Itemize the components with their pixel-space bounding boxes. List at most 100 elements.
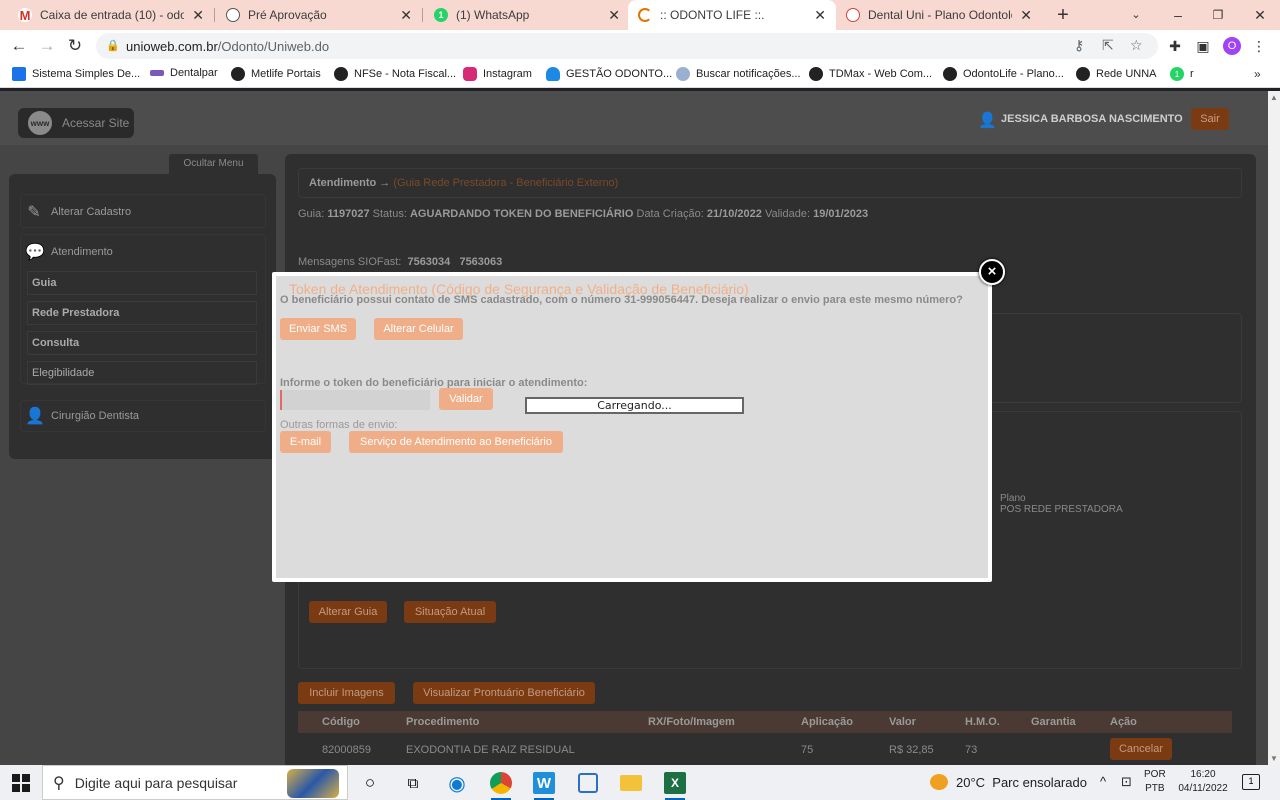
user-icon: 👤	[978, 112, 997, 129]
hide-menu-button[interactable]: Ocultar Menu	[169, 154, 258, 176]
sidebar-item-consulta[interactable]: Consulta	[27, 331, 257, 355]
tooth-icon	[846, 8, 860, 22]
tab-dental-uni[interactable]: Dental Uni - Plano Odontológic ✕	[836, 0, 1042, 30]
close-modal-button[interactable]: ×	[979, 259, 1005, 285]
forward-icon[interactable]: →	[36, 35, 58, 57]
bookmark-star-icon[interactable]: ☆	[1130, 37, 1143, 54]
current-status-button[interactable]: Situação Atual	[404, 601, 496, 623]
weather-icon	[930, 774, 948, 790]
file-explorer-icon[interactable]	[618, 770, 644, 796]
other-methods-label: Outras formas de envio:	[280, 419, 398, 431]
windows-taskbar: ⚲ Digite aqui para pesquisar ○ ⧉ ◉ W X 2…	[0, 765, 1280, 800]
network-icon[interactable]: ⊡	[1121, 774, 1132, 790]
scroll-up-icon[interactable]: ▲	[1270, 93, 1278, 102]
windows-start-icon[interactable]	[12, 774, 30, 792]
sidebar-item-guia[interactable]: Guia	[27, 271, 257, 295]
new-tab-button[interactable]: +	[1052, 4, 1074, 26]
language-indicator[interactable]: POR PTB	[1144, 768, 1166, 796]
bookmark-item[interactable]: Dentalpar	[150, 67, 218, 79]
alter-guide-button[interactable]: Alterar Guia	[309, 601, 387, 623]
sidebar-item-alterar-cadastro[interactable]: ✎ Alterar Cadastro	[20, 202, 266, 222]
clock-date: 04/11/2022	[1178, 783, 1228, 794]
search-highlight-image	[287, 769, 339, 798]
close-tab-icon[interactable]: ✕	[814, 7, 826, 24]
bookmark-item[interactable]: Metlife Portais	[231, 67, 321, 81]
bookmark-item[interactable]: Buscar notificações...	[676, 67, 801, 81]
sidebar-item-elegibilidade[interactable]: Elegibilidade	[27, 361, 257, 385]
globe-icon	[231, 67, 245, 81]
menu-kebab-icon[interactable]: ⋮	[1250, 37, 1268, 55]
more-bookmarks-icon[interactable]: »	[1254, 67, 1261, 81]
creation-date: 21/10/2022	[706, 208, 762, 220]
cancel-procedure-button[interactable]: Cancelar	[1110, 738, 1172, 760]
task-view-icon[interactable]: ⧉	[400, 770, 426, 796]
tab-search-icon[interactable]: ⌄	[1124, 4, 1148, 26]
excel-icon[interactable]: X	[662, 770, 688, 800]
bookmark-item[interactable]: Instagram	[463, 67, 532, 81]
clock-time: 16:20	[1190, 769, 1216, 780]
key-icon[interactable]: ⚷	[1074, 37, 1084, 54]
logout-button[interactable]: Sair	[1191, 108, 1229, 130]
weather-widget[interactable]: 20°C Parc ensolarado	[930, 774, 1087, 790]
reload-icon[interactable]: ↻	[64, 35, 86, 57]
close-window-icon[interactable]: ✕	[1248, 4, 1272, 26]
access-site-button[interactable]: www Acessar Site	[18, 108, 134, 138]
close-tab-icon[interactable]: ✕	[400, 7, 412, 24]
bookmark-item[interactable]: Sistema Simples De...	[12, 67, 140, 81]
tab-odonto-life[interactable]: :: ODONTO LIFE ::. ✕	[628, 0, 836, 30]
side-panel-icon[interactable]: ▣	[1194, 37, 1212, 55]
edge-icon[interactable]: ◉	[444, 770, 470, 796]
tab-gmail[interactable]: M Caixa de entrada (10) - odontol ✕	[8, 0, 214, 30]
bookmark-item[interactable]: Rede UNNA	[1076, 67, 1157, 81]
tab-pre-aprovacao[interactable]: Pré Aprovação ✕	[216, 0, 422, 30]
sidebar-item-atendimento[interactable]: 💬 Atendimento	[20, 242, 266, 262]
bookmark-item[interactable]: TDMax - Web Com...	[809, 67, 932, 81]
change-phone-button[interactable]: Alterar Celular	[374, 318, 463, 340]
url-text[interactable]: unioweb.com.br/Odonto/Uniweb.do	[126, 39, 329, 54]
cell-hmo: 73	[965, 744, 978, 756]
validate-button[interactable]: Validar	[439, 388, 493, 410]
chrome-icon[interactable]	[488, 770, 514, 800]
email-button[interactable]: E-mail	[280, 431, 331, 453]
include-images-button[interactable]: Incluir Imagens	[298, 682, 395, 704]
share-icon[interactable]: ⇱	[1102, 37, 1114, 54]
breadcrumb-link[interactable]: (Guia Rede Prestadora - Beneficiário Ext…	[393, 177, 618, 189]
close-tab-icon[interactable]: ✕	[1020, 7, 1032, 24]
view-record-button[interactable]: Visualizar Prontuário Beneficiário	[413, 682, 595, 704]
close-tab-icon[interactable]: ✕	[192, 7, 204, 24]
tab-title: Caixa de entrada (10) - odontol	[40, 8, 185, 22]
page-scrollbar[interactable]: ▲ ▼	[1268, 91, 1280, 765]
store-icon[interactable]	[575, 770, 601, 796]
status-value: AGUARDANDO TOKEN DO BENEFICIÁRIO	[409, 208, 634, 220]
profile-avatar[interactable]: O	[1223, 37, 1241, 55]
token-modal-body: Token de Atendimento (Código de Seguranç…	[276, 276, 988, 578]
minimize-icon[interactable]: –	[1166, 4, 1190, 26]
bookmark-item[interactable]: OdontoLife - Plano...	[943, 67, 1064, 81]
sidebar-item-cirurgiao-dentista[interactable]: 👤 Cirurgião Dentista	[20, 406, 266, 426]
scroll-down-icon[interactable]: ▼	[1270, 754, 1278, 763]
taskbar-search[interactable]: ⚲ Digite aqui para pesquisar	[42, 765, 348, 800]
token-input[interactable]	[280, 390, 430, 410]
extensions-icon[interactable]: ✚	[1166, 37, 1184, 55]
close-tab-icon[interactable]: ✕	[608, 7, 620, 24]
tab-whatsapp[interactable]: 1 (1) WhatsApp ✕	[424, 0, 630, 30]
cortana-icon[interactable]: ○	[357, 770, 383, 796]
word-like-app-icon[interactable]: W	[531, 770, 557, 800]
bookmark-item[interactable]: NFSe - Nota Fiscal...	[334, 67, 456, 81]
bookmark-item[interactable]: 1r	[1170, 67, 1194, 81]
send-sms-button[interactable]: Enviar SMS	[280, 318, 356, 340]
beneficiary-service-button[interactable]: Serviço de Atendimento ao Beneficiário	[349, 431, 563, 453]
address-bar[interactable]: 🔒 unioweb.com.br/Odonto/Uniweb.do ⚷ ⇱ ☆	[96, 33, 1158, 59]
tray-chevron-icon[interactable]: ^	[1100, 774, 1106, 789]
restore-icon[interactable]: ❐	[1206, 4, 1230, 26]
sms-message: O beneficiário possui contato de SMS cad…	[280, 294, 963, 306]
bookmark-item[interactable]: GESTÃO ODONTO...	[546, 67, 672, 81]
sidebar-item-rede-prestadora[interactable]: Rede Prestadora	[27, 301, 257, 325]
column-header: Código	[322, 716, 360, 728]
notifications-icon[interactable]: 1	[1242, 774, 1260, 790]
bookmark-icon	[150, 70, 164, 76]
chat-user-icon: 💬	[25, 244, 45, 261]
back-icon[interactable]: ←	[8, 35, 30, 57]
clock[interactable]: 16:20 04/11/2022	[1173, 768, 1233, 796]
tab-strip: M Caixa de entrada (10) - odontol ✕ Pré …	[0, 0, 1280, 30]
